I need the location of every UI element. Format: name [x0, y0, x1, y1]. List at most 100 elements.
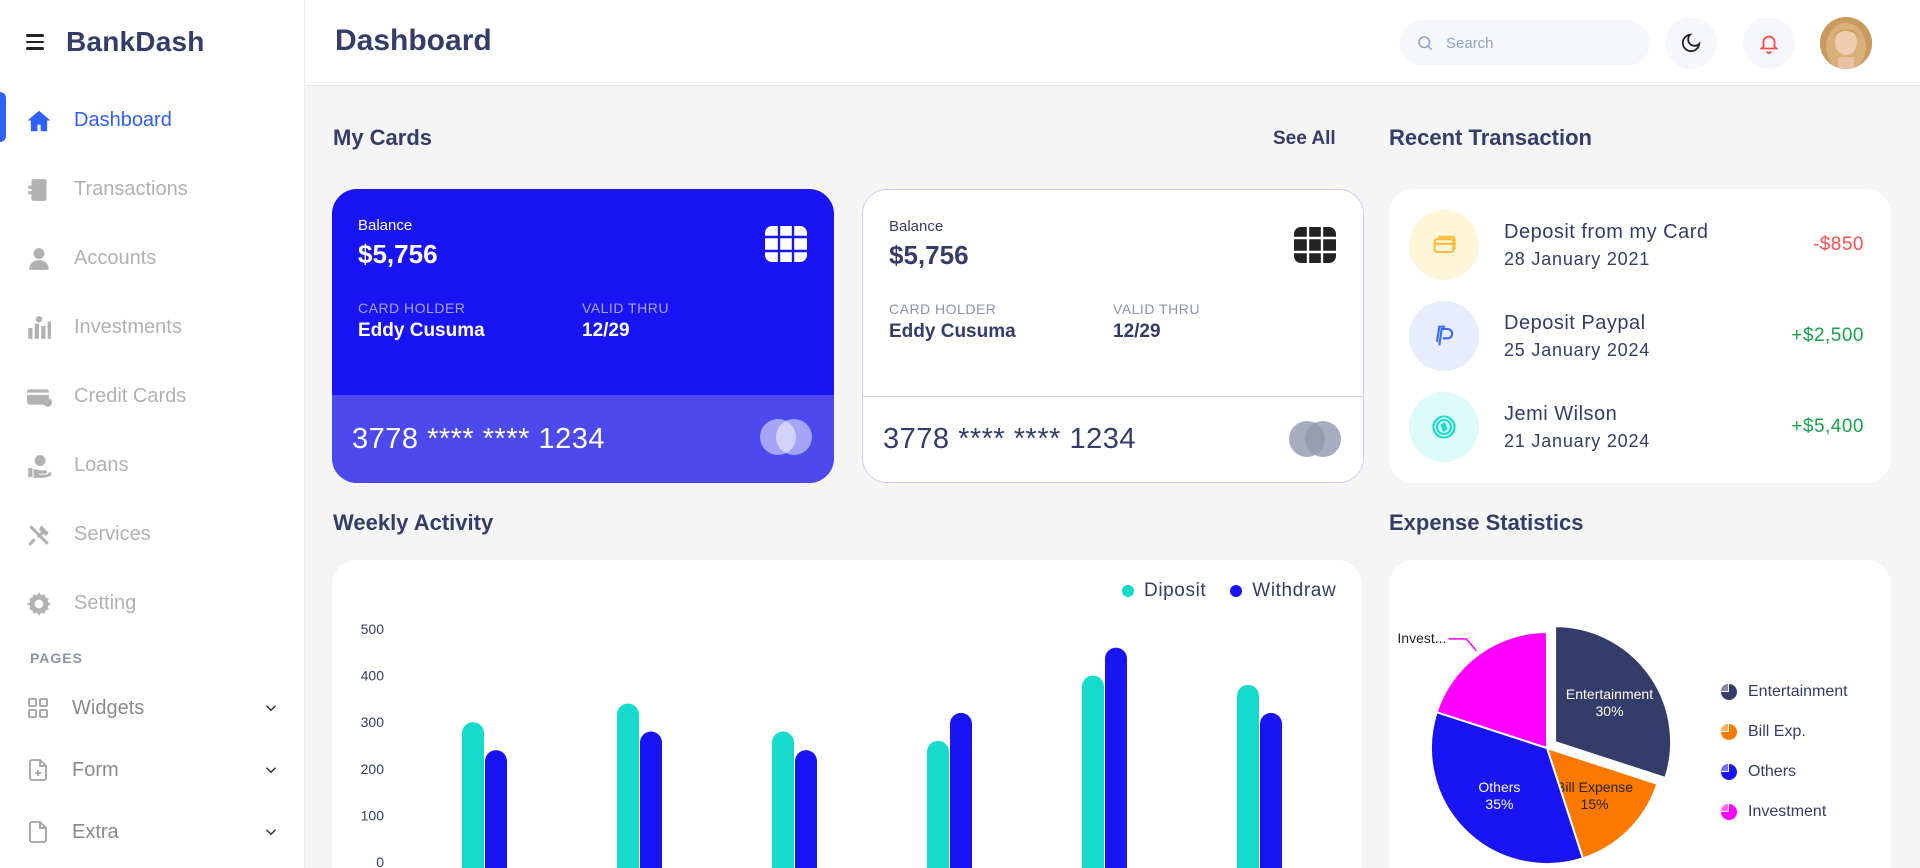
bar-withdraw[interactable] — [485, 750, 507, 868]
pie-slice-label: 35% — [1485, 796, 1513, 812]
expense-pie-chart: Entertainment30% Bill Expense15% Others35%… — [1397, 625, 1673, 865]
sidebar-item-credit-cards[interactable]: Credit Cards — [0, 362, 304, 431]
weekly-activity-bar-chart: 0 100 200 300 400 500 — [361, 621, 1282, 868]
pie-slice-icon — [1721, 804, 1737, 820]
card-footer: 3778 **** **** 1234 — [332, 395, 834, 483]
chevron-down-icon[interactable] — [262, 699, 280, 717]
pie-legend-item: Bill Exp. — [1720, 712, 1848, 752]
theme-toggle-button[interactable] — [1665, 17, 1717, 69]
sidebar-item-investments[interactable]: Investments — [0, 293, 304, 362]
mastercard-logo-icon — [760, 419, 812, 455]
brand: BankDash — [26, 26, 205, 58]
card-holder-label: CARD HOLDER — [358, 300, 466, 316]
sidebar-item-services[interactable]: Services — [0, 500, 304, 569]
valid-thru-value: 12/29 — [582, 320, 630, 341]
sidebar-item-label: Loans — [74, 454, 129, 476]
sidebar-item-loans[interactable]: Loans — [0, 431, 304, 500]
sidebar-item-accounts[interactable]: Accounts — [0, 224, 304, 293]
sidebar-item-label: Extra — [72, 820, 119, 843]
valid-thru-label: VALID THRU — [1113, 301, 1200, 317]
recent-transactions-panel: Deposit from my Card 28 January 2021 -$8… — [1389, 189, 1891, 483]
sidebar-item-dashboard[interactable]: Dashboard — [0, 86, 304, 155]
valid-thru-value: 12/29 — [1113, 321, 1161, 342]
bar-deposit[interactable] — [462, 722, 484, 868]
bell-icon — [1759, 35, 1779, 54]
y-tick-label: 100 — [361, 807, 385, 823]
card-number: 3778 **** **** 1234 — [352, 422, 605, 455]
sidebar-item-extra[interactable]: Extra — [0, 801, 304, 863]
bar-deposit[interactable] — [1237, 684, 1259, 868]
y-tick-label: 0 — [376, 854, 384, 868]
transaction-amount: -$850 — [1812, 234, 1864, 255]
sidebar-item-label: Services — [74, 523, 151, 545]
bar-withdraw[interactable] — [950, 712, 972, 868]
pie-legend-label: Entertainment — [1748, 683, 1848, 700]
sidebar-item-transactions[interactable]: Transactions — [0, 155, 304, 224]
bar-deposit[interactable] — [617, 703, 639, 868]
pie-legend-item: Investment — [1720, 792, 1848, 832]
y-tick-label: 500 — [361, 621, 385, 637]
sidebar-item-label: Investments — [74, 316, 182, 338]
bar-withdraw[interactable] — [795, 750, 817, 868]
hamburger-menu-icon[interactable] — [26, 31, 48, 53]
transaction-title: Deposit Paypal — [1504, 311, 1646, 334]
page-title: Dashboard — [335, 24, 492, 57]
pie-legend: Entertainment Bill Exp. Others Investmen… — [1720, 672, 1848, 832]
card-holder-name: Eddy Cusuma — [889, 321, 1016, 342]
y-tick-label: 400 — [361, 668, 385, 684]
bar-withdraw[interactable] — [640, 731, 662, 868]
transaction-title: Deposit from my Card — [1504, 220, 1709, 243]
pie-legend-item: Others — [1720, 752, 1848, 792]
transaction-row[interactable]: Jemi Wilson 21 January 2024 +$5,400 — [1409, 390, 1864, 464]
notifications-button[interactable] — [1743, 17, 1795, 69]
bar-deposit[interactable] — [772, 731, 794, 868]
pie-slice-icon — [1721, 684, 1737, 700]
sidebar-item-setting[interactable]: Setting — [0, 569, 304, 638]
transfer-icon — [28, 178, 47, 201]
bar-deposit[interactable] — [927, 740, 949, 868]
bar-deposit[interactable] — [1082, 675, 1104, 868]
form-icon — [29, 759, 47, 781]
transaction-row[interactable]: Deposit from my Card 28 January 2021 -$8… — [1409, 208, 1864, 282]
transaction-date: 25 January 2024 — [1504, 339, 1651, 360]
search-icon — [1418, 36, 1433, 51]
transaction-row[interactable]: Deposit Paypal 25 January 2024 +$2,500 — [1409, 299, 1864, 373]
card-footer: 3778 **** **** 1234 — [863, 396, 1363, 482]
gear-icon — [27, 591, 51, 616]
weekly-activity-title: Weekly Activity — [333, 510, 494, 535]
credit-card-secondary[interactable]: Balance $5,756 CARD HOLDER Eddy Cusuma V… — [862, 189, 1364, 483]
credit-card-icon — [27, 388, 52, 407]
loan-icon — [28, 454, 51, 478]
pages-section-title: PAGES — [30, 650, 83, 666]
transaction-title: Jemi Wilson — [1504, 402, 1618, 425]
credit-card-primary[interactable]: Balance $5,756 CARD HOLDER Eddy Cusuma V… — [332, 189, 834, 483]
card-chip-icon — [1294, 227, 1336, 263]
card-holder-name: Eddy Cusuma — [358, 320, 485, 341]
card-number: 3778 **** **** 1234 — [883, 423, 1136, 455]
sidebar-item-form[interactable]: Form — [0, 739, 304, 801]
sidebar-item-label: Form — [72, 758, 119, 781]
file-icon — [29, 821, 47, 843]
avatar[interactable] — [1820, 17, 1872, 69]
sidebar-item-label: Widgets — [72, 696, 145, 719]
bar-withdraw[interactable] — [1105, 647, 1127, 868]
sidebar-item-widgets[interactable]: Widgets — [0, 677, 304, 739]
user-icon — [29, 247, 49, 270]
bar-withdraw[interactable] — [1260, 712, 1282, 868]
pie-slice-icon — [1721, 764, 1737, 780]
see-all-link[interactable]: See All — [1273, 128, 1336, 150]
pie-slice-label: Bill Expense — [1556, 779, 1633, 795]
avatar-image — [1820, 17, 1872, 69]
chevron-down-icon[interactable] — [262, 823, 280, 841]
pie-slice-label: Entertainment — [1566, 686, 1653, 702]
weekly-activity-panel: Diposit Withdraw 0 100 200 300 400 500 — [332, 560, 1362, 868]
y-tick-label: 200 — [361, 761, 385, 777]
chevron-down-icon[interactable] — [262, 761, 280, 779]
dollar-coin-icon — [1432, 415, 1456, 439]
pages-nav: Widgets Form Extra — [0, 677, 304, 863]
search-input[interactable] — [1446, 34, 1626, 52]
sidebar: BankDash Dashboard Transactions Accounts… — [0, 0, 305, 868]
moon-icon — [1681, 33, 1701, 53]
pie-slice-label: 15% — [1581, 796, 1609, 812]
search-box[interactable] — [1400, 20, 1650, 66]
